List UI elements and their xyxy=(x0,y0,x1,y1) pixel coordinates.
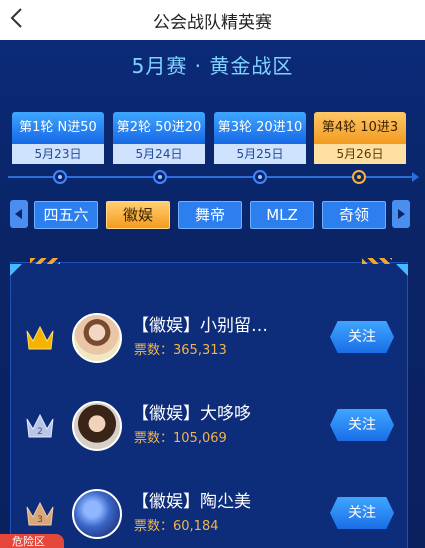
round-label: 第4轮 10进3 xyxy=(314,112,406,144)
timeline-dot-active xyxy=(352,170,366,184)
avatar[interactable] xyxy=(72,401,122,451)
round-label: 第2轮 50进20 xyxy=(113,112,205,144)
round-tab-2[interactable]: 第2轮 50进20 5月24日 xyxy=(113,112,205,164)
timeline-dot xyxy=(153,170,167,184)
round-label: 第3轮 20进10 xyxy=(214,112,306,144)
panel-stripe-decoration xyxy=(30,258,60,264)
crown-gold-icon xyxy=(26,325,54,350)
page-title: 公会战队精英赛 xyxy=(153,13,272,33)
panel-stripe-decoration xyxy=(362,258,392,264)
team-prev-button[interactable] xyxy=(10,200,28,228)
crown-bronze-icon: 3 xyxy=(26,501,54,526)
team-next-button[interactable] xyxy=(392,200,410,228)
team-tab[interactable]: MLZ xyxy=(250,201,314,229)
rank-number: 2 xyxy=(37,427,43,437)
rank-number: 3 xyxy=(37,515,43,525)
avatar[interactable] xyxy=(72,313,122,363)
danger-zone-badge: 危险区 xyxy=(0,534,64,548)
follow-button[interactable]: 关注 xyxy=(330,321,394,353)
team-tab-active[interactable]: 徽娱 xyxy=(106,201,170,229)
ranking-row: 3 【徽娱】陶尐美 票数：60,184 关注 xyxy=(10,479,408,548)
round-date: 5月24日 xyxy=(113,144,205,164)
panel-corner-decoration xyxy=(10,264,22,276)
team-tab[interactable]: 奇领 xyxy=(322,201,386,229)
follow-button[interactable]: 关注 xyxy=(330,497,394,529)
crown-silver-icon: 2 xyxy=(26,413,54,438)
timeline-arrow-icon xyxy=(412,172,419,182)
round-date: 5月26日 xyxy=(314,144,406,164)
round-tab-3[interactable]: 第3轮 20进10 5月25日 xyxy=(214,112,306,164)
timeline-dot xyxy=(253,170,267,184)
team-tab[interactable]: 四五六 xyxy=(34,201,98,229)
panel-corner-decoration xyxy=(396,264,408,276)
member-name: 【徽娱】陶尐美 xyxy=(132,492,251,512)
vote-count: 票数：365,313 xyxy=(134,343,227,358)
round-tab-4[interactable]: 第4轮 10进3 5月26日 xyxy=(314,112,406,164)
vote-count: 票数：105,069 xyxy=(134,431,227,446)
follow-button[interactable]: 关注 xyxy=(330,409,394,441)
member-name: 【徽娱】小别留… xyxy=(132,316,268,336)
avatar[interactable] xyxy=(72,489,122,539)
ranking-row: 2 【徽娱】大哆哆 票数：105,069 关注 xyxy=(10,391,408,461)
ranking-row: 【徽娱】小别留… 票数：365,313 关注 xyxy=(10,303,408,373)
round-label: 第1轮 N进50 xyxy=(12,112,104,144)
event-subtitle: 5月赛 · 黄金战区 xyxy=(131,54,294,78)
round-tab-1[interactable]: 第1轮 N进50 5月23日 xyxy=(12,112,104,164)
round-tabs: 第1轮 N进50 5月23日 第2轮 50进20 5月24日 第3轮 20进10… xyxy=(12,112,412,164)
vote-count: 票数：60,184 xyxy=(134,519,219,534)
timeline-dot xyxy=(53,170,67,184)
round-date: 5月25日 xyxy=(214,144,306,164)
team-tab[interactable]: 舞帝 xyxy=(178,201,242,229)
round-date: 5月23日 xyxy=(12,144,104,164)
member-name: 【徽娱】大哆哆 xyxy=(132,404,251,424)
top-bar: 公会战队精英赛 xyxy=(0,0,425,40)
